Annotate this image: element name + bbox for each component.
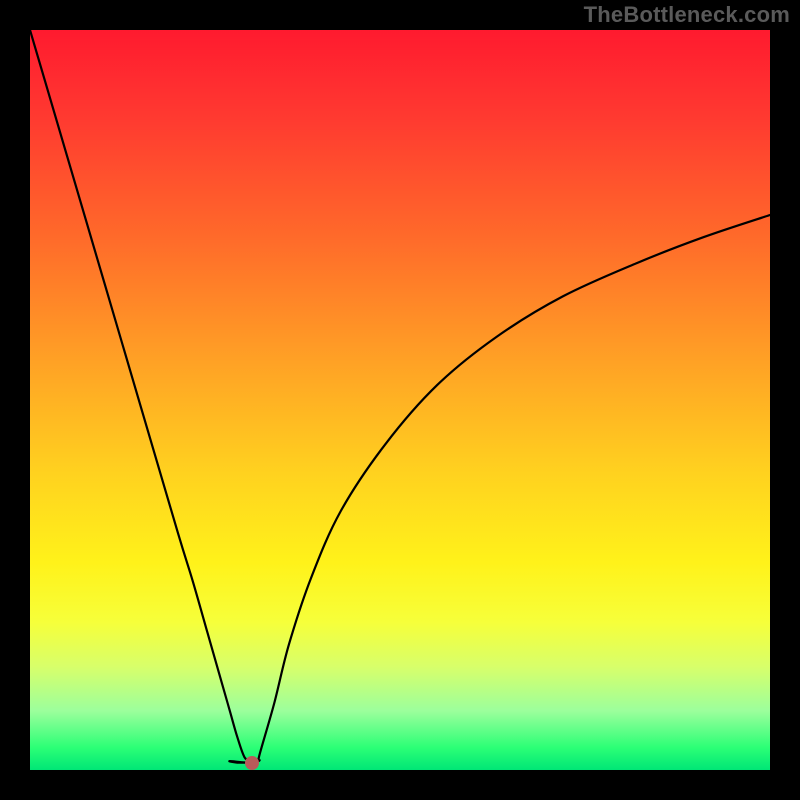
chart-frame: TheBottleneck.com [0, 0, 800, 800]
plot-area [30, 30, 770, 770]
watermark-text: TheBottleneck.com [584, 2, 790, 28]
curve-path [30, 30, 770, 763]
optimum-marker [245, 756, 259, 770]
bottleneck-curve [30, 30, 770, 770]
